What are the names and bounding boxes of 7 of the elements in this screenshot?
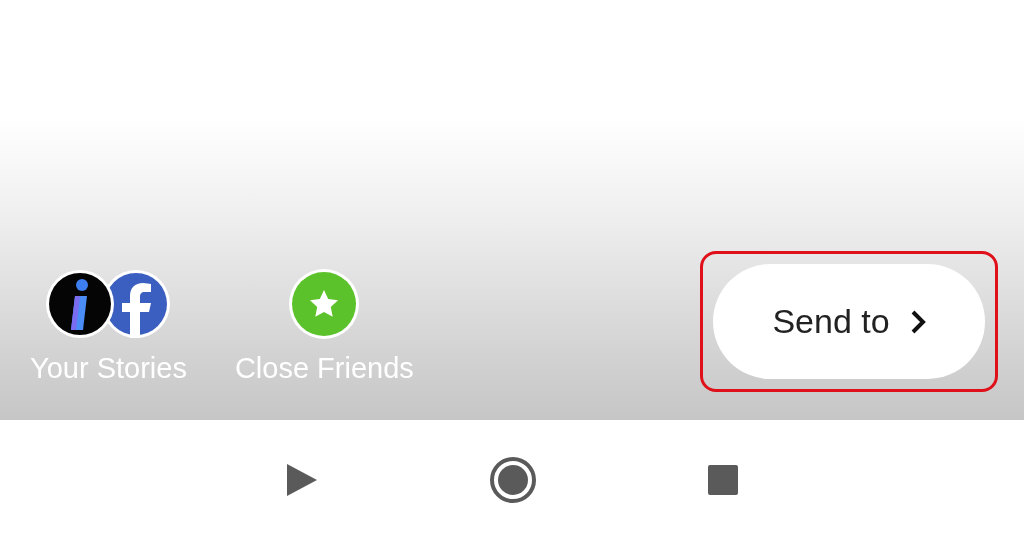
home-button[interactable] [489,456,537,504]
stop-button[interactable] [707,464,739,496]
send-to-button[interactable]: Send to [713,264,985,379]
avatar-pair-icon [44,268,173,340]
chevron-right-icon [909,308,926,335]
share-target-button[interactable] [44,268,173,340]
play-button[interactable] [285,462,319,498]
